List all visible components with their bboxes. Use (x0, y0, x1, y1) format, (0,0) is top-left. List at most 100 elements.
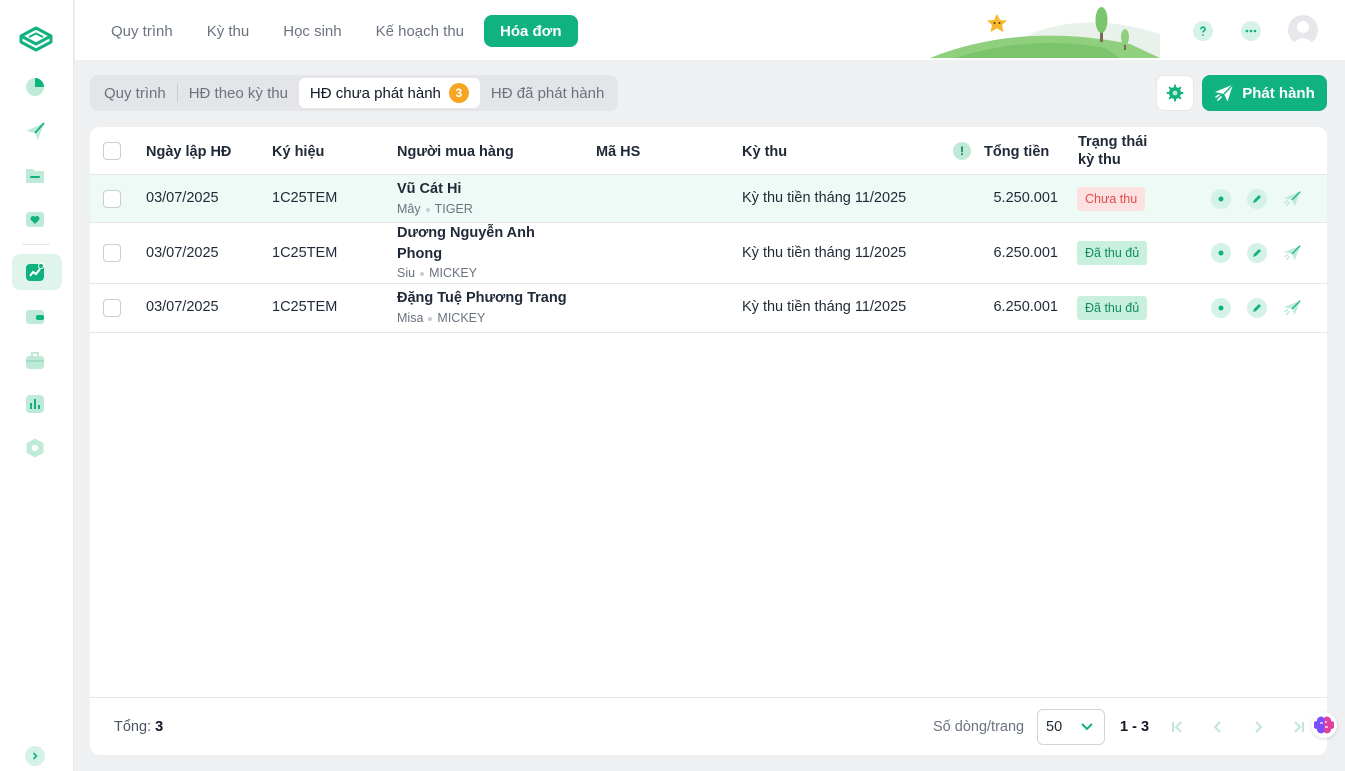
publish-row-icon[interactable] (1282, 189, 1302, 209)
subtab-hd-da-phat-hanh[interactable]: HĐ đã phát hành (480, 78, 615, 108)
first-page-icon[interactable] (1167, 716, 1189, 738)
user-avatar[interactable] (1288, 15, 1318, 45)
subtab-hd-theo-ky-thu[interactable]: HĐ theo kỳ thu (178, 78, 299, 108)
edit-icon[interactable] (1247, 189, 1267, 209)
cell-buyer-sub: Misa MICKEY (397, 311, 485, 325)
nav-ky-thu[interactable]: Kỳ thu (193, 15, 264, 47)
top-navigation-bar: Quy trình Kỳ thu Học sinh Kế hoạch thu H… (75, 0, 1345, 60)
total-count: Tổng: 3 (114, 719, 163, 735)
briefcase-icon[interactable] (22, 347, 48, 373)
invoice-table-card: Ngày lập HĐ Ký hiệu Người mua hàng Mã HS… (90, 127, 1327, 755)
page-range: 1 - 3 (1120, 719, 1150, 735)
help-icon[interactable] (1193, 21, 1213, 41)
table-row[interactable]: 03/07/2025 1C25TEM Dương Nguyễn Anh Phon… (90, 223, 1327, 284)
main-nav: Quy trình Kỳ thu Học sinh Kế hoạch thu H… (97, 15, 578, 47)
cell-symbol: 1C25TEM (272, 299, 338, 315)
send-icon (1215, 84, 1234, 102)
next-page-icon[interactable] (1247, 716, 1269, 738)
subtab-hd-chua-phat-hanh[interactable]: HĐ chưa phát hành 3 (298, 78, 480, 108)
ai-assistant-icon[interactable] (1311, 712, 1337, 738)
cell-period: Kỳ thu tiền tháng 11/2025 (742, 245, 907, 261)
nav-ke-hoach-thu[interactable]: Kế hoạch thu (362, 15, 478, 47)
sidebar-separator (22, 244, 50, 245)
cell-buyer-name: Dương Nguyễn Anh Phong (397, 225, 535, 262)
separator-dot (420, 271, 425, 276)
sidebar-expand-button[interactable] (25, 746, 45, 766)
chevron-right-icon (32, 752, 38, 760)
status-badge: Đã thu đủ (1077, 241, 1148, 265)
cell-buyer-sub: Mây TIGER (397, 202, 473, 216)
folder-icon[interactable] (22, 162, 48, 188)
bar-chart-icon[interactable] (22, 391, 48, 417)
col-total[interactable]: Tổng tiền (984, 143, 1049, 161)
subtab-label: HĐ chưa phát hành (309, 84, 441, 102)
edit-icon[interactable] (1247, 243, 1267, 263)
cell-period: Kỳ thu tiền tháng 11/2025 (742, 190, 907, 206)
student-class: MICKEY (429, 266, 478, 280)
cell-date: 03/07/2025 (146, 245, 219, 261)
table-row[interactable]: 03/07/2025 1C25TEM Đặng Tuệ Phương Trang… (90, 284, 1327, 333)
student-nickname: Misa (397, 311, 424, 325)
publish-row-icon[interactable] (1282, 298, 1302, 318)
row-checkbox[interactable] (103, 299, 121, 317)
student-nickname: Mây (397, 202, 421, 216)
rows-per-page-select[interactable]: 50 (1037, 709, 1105, 745)
col-buyer[interactable]: Người mua hàng (397, 143, 514, 161)
last-page-icon[interactable] (1287, 716, 1309, 738)
invoice-subtabs: Quy trình HĐ theo kỳ thu HĐ chưa phát hà… (90, 75, 619, 111)
separator-dot (428, 316, 433, 321)
nav-hoc-sinh[interactable]: Học sinh (269, 15, 355, 47)
rows-per-page-value: 50 (1046, 719, 1063, 735)
col-student-code[interactable]: Mã HS (596, 143, 640, 161)
subtab-quy-trinh[interactable]: Quy trình (93, 78, 177, 108)
gear-icon (1166, 84, 1184, 102)
warning-icon[interactable]: ! (953, 142, 971, 160)
prev-page-icon[interactable] (1207, 716, 1229, 738)
more-options-icon[interactable] (1241, 21, 1261, 41)
cell-buyer-sub: Siu MICKEY (397, 266, 477, 280)
total-label: Tổng: (114, 719, 152, 735)
col-date[interactable]: Ngày lập HĐ (146, 143, 231, 161)
heart-box-icon[interactable] (22, 206, 48, 232)
status-badge: Đã thu đủ (1077, 296, 1148, 320)
nav-hoa-don[interactable]: Hóa đơn (484, 15, 578, 47)
col-status[interactable]: Trạng thái kỳ thu (1078, 133, 1158, 169)
send-icon[interactable] (22, 118, 48, 144)
table-footer: Tổng: 3 Số dòng/trang 50 1 - 3 (90, 697, 1327, 755)
cell-date: 03/07/2025 (146, 190, 219, 206)
col-period[interactable]: Kỳ thu (742, 143, 787, 161)
student-class: MICKEY (437, 311, 486, 325)
cell-buyer-name: Đặng Tuệ Phương Trang (397, 290, 567, 306)
settings-button[interactable] (1156, 75, 1194, 111)
settings-hex-icon[interactable] (22, 435, 48, 461)
chart-trend-icon[interactable] (22, 259, 48, 285)
rows-per-page-label: Số dòng/trang (933, 719, 1025, 735)
wallet-icon[interactable] (22, 303, 48, 329)
pie-chart-icon[interactable] (22, 74, 48, 100)
select-all-checkbox[interactable] (103, 142, 121, 160)
view-icon[interactable] (1211, 189, 1231, 209)
publish-row-icon[interactable] (1282, 243, 1302, 263)
row-checkbox[interactable] (103, 244, 121, 262)
table-row[interactable]: 03/07/2025 1C25TEM Vũ Cát Hi Mây TIGER Kỳ… (90, 175, 1327, 223)
table-header: Ngày lập HĐ Ký hiệu Người mua hàng Mã HS… (90, 127, 1327, 175)
cell-buyer-name: Vũ Cát Hi (397, 181, 462, 197)
student-nickname: Siu (397, 266, 416, 280)
edit-icon[interactable] (1247, 298, 1267, 318)
cell-total: 6.250.001 (993, 245, 1058, 261)
app-logo-icon[interactable] (17, 24, 55, 56)
decorative-hills-illustration (930, 7, 1160, 58)
cell-period: Kỳ thu tiền tháng 11/2025 (742, 299, 907, 315)
chevron-down-icon (1081, 723, 1093, 731)
view-icon[interactable] (1211, 243, 1231, 263)
col-symbol[interactable]: Ký hiệu (272, 143, 324, 161)
nav-quy-trinh[interactable]: Quy trình (97, 15, 187, 47)
count-badge: 3 (448, 83, 469, 103)
cell-total: 5.250.001 (993, 190, 1058, 206)
view-icon[interactable] (1211, 298, 1231, 318)
publish-button[interactable]: Phát hành (1202, 75, 1327, 111)
cell-symbol: 1C25TEM (272, 245, 338, 261)
sidebar (0, 0, 74, 771)
status-badge: Chưa thu (1077, 187, 1146, 211)
row-checkbox[interactable] (103, 190, 121, 208)
